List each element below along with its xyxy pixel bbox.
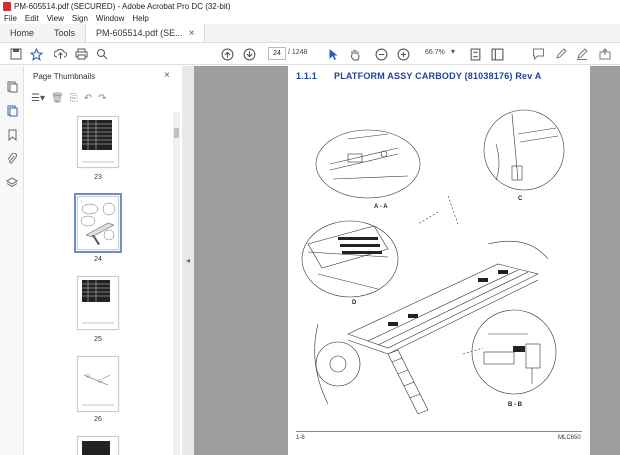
thumbnail-page[interactable] — [77, 356, 119, 412]
rotate-left-icon[interactable]: ↶ — [84, 93, 92, 104]
view-label-c: C — [518, 196, 523, 202]
page-heading: 1.1.1 PLATFORM ASSY CARBODY (81038176) Re… — [296, 71, 542, 81]
menu-edit[interactable]: Edit — [25, 14, 39, 23]
tab-document-label: PM-605514.pdf (SE... — [96, 28, 183, 38]
previous-page-icon[interactable] — [219, 46, 235, 62]
save-icon[interactable] — [8, 46, 24, 62]
extract-icon[interactable]: ⎘ — [70, 93, 78, 104]
share-icon[interactable] — [597, 46, 613, 62]
pen-highlight-icon[interactable] — [553, 46, 569, 62]
next-page-icon[interactable] — [241, 46, 257, 62]
zoom-out-icon[interactable] — [373, 46, 389, 62]
thumbnail-page[interactable] — [77, 276, 119, 330]
options-menu-icon[interactable]: ☰▾ — [31, 93, 45, 104]
thumbnail-scrollbar[interactable] — [173, 112, 180, 455]
collapse-panel-icon[interactable]: ◂ — [186, 256, 190, 265]
scrollbar-thumb[interactable] — [174, 128, 179, 138]
panel-title: Page Thumbnails — [33, 72, 96, 81]
footer-rule — [296, 431, 582, 432]
tab-bar: Home Tools PM-605514.pdf (SE... × — [0, 24, 620, 43]
page-total: / 1248 — [288, 49, 308, 56]
rotate-right-icon[interactable]: ↷ — [98, 93, 106, 104]
thumbnail-page-selected[interactable]: ▪ — [74, 193, 122, 253]
fit-page-icon[interactable] — [467, 46, 483, 62]
footer-model: MLC650 — [558, 435, 581, 441]
page-thumbnails-panel: Page Thumbnails × ☰▾ 🗑 ⎘ ↶ ↷ 23 ▪ 24 25 … — [25, 66, 182, 455]
menu-view[interactable]: View — [47, 14, 64, 23]
pages-icon[interactable] — [5, 104, 19, 118]
thumbnail-page[interactable] — [77, 436, 119, 455]
menu-file[interactable]: File — [4, 14, 17, 23]
pdf-app-icon — [3, 1, 11, 11]
thumbnail-label: 23 — [94, 174, 102, 181]
zoom-level[interactable]: 66.7% — [425, 49, 445, 56]
panel-toolbar: ☰▾ 🗑 ⎘ ↶ ↷ — [31, 90, 171, 106]
comment-icon[interactable] — [530, 46, 546, 62]
bookmark-star-icon[interactable] — [28, 46, 44, 62]
view-label-bb: B - B — [508, 402, 523, 408]
attachment-icon[interactable] — [5, 152, 19, 166]
menu-bar: File Edit View Sign Window Help — [0, 12, 620, 24]
svg-text:▪: ▪ — [81, 199, 82, 203]
hand-tool-icon[interactable] — [347, 46, 363, 62]
thumbnail-list: 23 ▪ 24 25 26 — [25, 112, 173, 455]
menu-help[interactable]: Help — [132, 14, 148, 23]
platform-assembly-drawing: A - A C D B - B — [301, 109, 565, 415]
sign-icon[interactable] — [574, 46, 590, 62]
view-label-aa: A - A — [374, 204, 388, 210]
window-title: PM-605514.pdf (SECURED) - Adobe Acrobat … — [14, 1, 231, 11]
tab-document[interactable]: PM-605514.pdf (SE... × — [85, 24, 206, 42]
title-bar: PM-605514.pdf (SECURED) - Adobe Acrobat … — [0, 0, 620, 12]
upload-cloud-icon[interactable] — [52, 46, 68, 62]
document-page: 1.1.1 PLATFORM ASSY CARBODY (81038176) Re… — [288, 66, 590, 455]
bookmark-icon[interactable] — [5, 128, 19, 142]
document-viewer[interactable]: 1.1.1 PLATFORM ASSY CARBODY (81038176) Re… — [194, 66, 620, 455]
tab-home[interactable]: Home — [0, 24, 44, 42]
thumbnail-label: 24 — [94, 256, 102, 263]
select-cursor-icon[interactable] — [325, 46, 341, 62]
thumbnail-page[interactable] — [77, 116, 119, 168]
panel-splitter[interactable]: ◂ — [182, 66, 194, 455]
close-icon[interactable]: × — [189, 28, 195, 39]
section-number: 1.1.1 — [296, 71, 318, 81]
scroll-mode-icon[interactable] — [489, 46, 505, 62]
close-icon[interactable]: × — [164, 70, 170, 81]
section-title: PLATFORM ASSY CARBODY (81038176) Rev A — [334, 71, 542, 81]
footer-page-number: 1-8 — [296, 435, 305, 441]
view-label-d: D — [352, 300, 357, 306]
tab-tools[interactable]: Tools — [44, 24, 85, 42]
menu-sign[interactable]: Sign — [72, 14, 88, 23]
page-number-input[interactable]: 24 — [268, 47, 286, 60]
menu-window[interactable]: Window — [96, 14, 124, 23]
find-search-icon[interactable] — [94, 46, 110, 62]
delete-icon[interactable]: 🗑 — [51, 93, 64, 104]
thumbnails-icon[interactable] — [5, 80, 19, 94]
thumbnail-label: 25 — [94, 336, 102, 343]
navigation-rail — [0, 66, 24, 455]
print-icon[interactable] — [73, 46, 89, 62]
chevron-down-icon[interactable]: ▾ — [451, 47, 455, 56]
toolbar: 24 / 1248 66.7% ▾ — [0, 43, 620, 65]
thumbnail-label: 26 — [94, 416, 102, 423]
layers-icon[interactable] — [5, 176, 19, 190]
zoom-in-icon[interactable] — [395, 46, 411, 62]
